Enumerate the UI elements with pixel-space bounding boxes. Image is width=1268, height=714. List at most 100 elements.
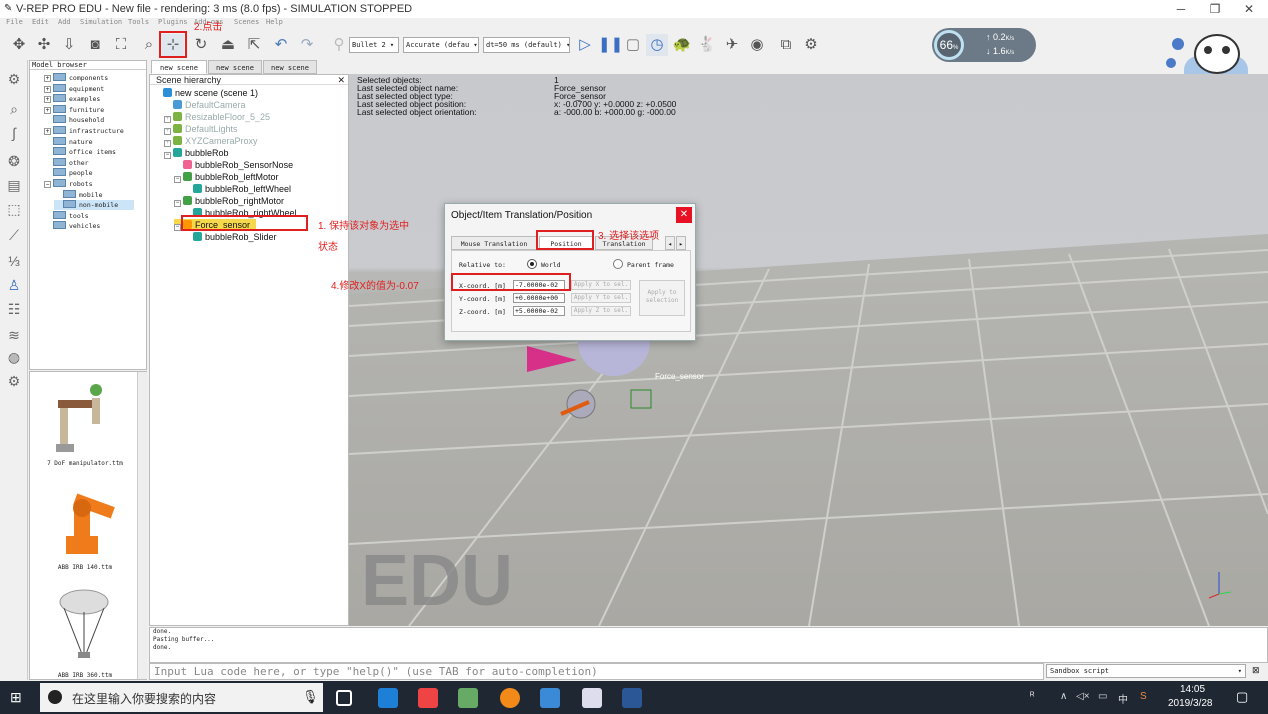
clear-console-icon[interactable]: ⊠ — [1252, 665, 1260, 676]
physics-engine-select[interactable]: Bullet 2 ▾ — [349, 37, 399, 53]
menu-simulation[interactable]: Simulation — [80, 18, 122, 26]
assemble-icon[interactable]: ⏏ — [217, 34, 239, 56]
apply-x-button[interactable]: Apply X to sel. — [571, 280, 631, 290]
chevron-up-icon[interactable]: ∧ — [1060, 691, 1067, 702]
thumbnail-manipulator[interactable] — [48, 378, 120, 460]
expand-toggle-icon[interactable]: + — [164, 116, 171, 123]
parent-frame-radio[interactable] — [613, 259, 623, 269]
timestep-select[interactable]: dt=50 ms (default) ▾ — [483, 37, 570, 53]
expand-toggle-icon[interactable]: + — [44, 75, 51, 82]
expand-toggle-icon[interactable]: − — [174, 200, 181, 207]
network-icon[interactable]: ▭ — [1098, 691, 1107, 702]
slower-icon[interactable]: 🐢 — [671, 34, 693, 56]
hierarchy-item[interactable]: − bubbleRob_leftMotor — [174, 171, 279, 183]
pause-icon[interactable]: ❚❚ — [598, 34, 623, 56]
path-icon[interactable]: ⟋ — [5, 226, 23, 244]
firefox-icon[interactable] — [500, 688, 520, 708]
function-icon[interactable]: ∫ — [5, 124, 23, 142]
play-icon[interactable]: ▷ — [574, 34, 596, 56]
menu-plugins[interactable]: Plugins — [158, 18, 188, 26]
camera-angle-icon[interactable]: ◙ — [84, 34, 106, 56]
taskbar-search[interactable]: 在这里输入你要搜索的内容 🎙 — [40, 683, 323, 712]
windows-start-icon[interactable]: ⊞ — [10, 689, 22, 706]
robot-icon[interactable]: ♙ — [5, 276, 23, 294]
hierarchy-item[interactable]: new scene (scene 1) — [154, 87, 258, 99]
apply-y-button[interactable]: Apply Y to sel. — [571, 293, 631, 303]
globe-icon[interactable]: ◍ — [5, 348, 23, 366]
hierarchy-item[interactable]: DefaultCamera — [164, 99, 246, 111]
notification-icon[interactable]: ▢ — [1236, 689, 1248, 705]
scene-tab-2[interactable]: new scene — [208, 60, 262, 74]
move-icon[interactable]: ⬚ — [5, 200, 23, 218]
scene-objects-icon[interactable]: ⧉ — [775, 34, 797, 56]
y-coord-input[interactable]: +0.0000e+00 — [513, 293, 565, 303]
model-folder-item[interactable]: − robots — [44, 179, 92, 189]
camera-pan-icon[interactable]: ✥ — [8, 34, 30, 56]
expand-toggle-icon[interactable]: + — [44, 96, 51, 104]
hierarchy-item[interactable]: + XYZCameraProxy — [164, 135, 258, 147]
search-icon[interactable]: ⌕ — [5, 100, 23, 118]
redo-icon[interactable]: ↷ — [296, 34, 318, 56]
z-coord-input[interactable]: +5.0000e-02 — [513, 306, 565, 316]
thumbnail-abb360[interactable] — [44, 584, 124, 668]
volume-icon[interactable]: ◁× — [1076, 691, 1090, 702]
expand-toggle-icon[interactable]: + — [44, 106, 51, 114]
script-selector[interactable]: Sandbox script ▾ — [1046, 664, 1246, 678]
clock-time[interactable]: 14:05 — [1180, 684, 1205, 695]
undo-icon[interactable]: ↶ — [270, 34, 292, 56]
tab-mouse-translation[interactable]: Mouse Translation — [451, 236, 537, 250]
settings-gear-icon[interactable]: ⚙ — [5, 70, 23, 88]
hierarchy-item[interactable]: bubbleRob_leftWheel — [184, 183, 291, 195]
model-folder-item[interactable]: + equipment — [44, 83, 104, 94]
document-icon[interactable]: ▤ — [5, 176, 23, 194]
tab-scroll-right[interactable]: ▸ — [676, 236, 686, 250]
hierarchy-item[interactable]: + ResizableFloor_5_25 — [164, 111, 270, 123]
clock-date[interactable]: 2019/3/28 — [1168, 698, 1213, 709]
expand-toggle-icon[interactable]: − — [44, 181, 51, 188]
chat-app-icon[interactable] — [540, 688, 560, 708]
hierarchy-item[interactable]: bubbleRob_Slider — [184, 231, 277, 243]
menu-file[interactable]: File — [6, 18, 23, 26]
model-folder-item[interactable]: nature — [44, 136, 92, 147]
object-rotate-icon[interactable]: ↻ — [190, 34, 212, 56]
model-folder-item[interactable]: tools — [44, 210, 89, 221]
expand-toggle-icon[interactable]: + — [164, 128, 171, 135]
thumbnail-abb140[interactable] — [44, 478, 124, 560]
expand-toggle-icon[interactable]: − — [174, 224, 181, 231]
settings-icon[interactable]: ⚙ — [800, 34, 822, 56]
apply-to-selection-button[interactable]: Apply to selection — [639, 280, 685, 316]
expand-toggle-icon[interactable]: + — [164, 140, 171, 147]
transfer-dna-icon[interactable]: ⇱ — [243, 34, 265, 56]
model-folder-item[interactable]: mobile — [54, 189, 102, 200]
lua-command-input[interactable]: Input Lua code here, or type "help()" (u… — [149, 663, 1044, 680]
model-folder-item[interactable]: office items — [44, 147, 116, 157]
accuracy-select[interactable]: Accurate (defau ▾ — [403, 37, 479, 53]
list-icon[interactable]: ☷ — [5, 300, 23, 318]
model-folder-item[interactable]: + examples — [44, 94, 100, 104]
menu-scenes[interactable]: Scenes — [234, 18, 259, 26]
expand-toggle-icon[interactable]: − — [164, 152, 171, 159]
hierarchy-item[interactable]: + DefaultLights — [164, 123, 238, 135]
faster-icon[interactable]: 🐇 — [696, 34, 718, 56]
gears-icon[interactable]: ⚙ — [5, 372, 23, 390]
microphone-icon[interactable]: 🎙 — [302, 689, 319, 705]
edge-browser-icon[interactable] — [378, 688, 398, 708]
word-app-icon[interactable] — [622, 688, 642, 708]
tab-scroll-left[interactable]: ◂ — [665, 236, 675, 250]
scene-tab-1[interactable]: new scene — [151, 60, 207, 74]
dialog-close-button[interactable]: ✕ — [676, 207, 692, 223]
model-folder-item[interactable]: + components — [44, 73, 108, 83]
menu-edit[interactable]: Edit — [32, 18, 49, 26]
model-folder-item[interactable]: + infrastructure — [44, 126, 124, 136]
calculation-icon[interactable]: ⅓ — [5, 252, 23, 270]
thread-icon[interactable]: ✈ — [721, 34, 743, 56]
sogou-icon[interactable]: S — [1140, 691, 1147, 702]
apply-z-button[interactable]: Apply Z to sel. — [571, 306, 631, 316]
fit-to-view-icon[interactable]: ⛶ — [110, 34, 132, 56]
scene-viewport[interactable]: Force_sensor EDU Selected objects: Last … — [349, 74, 1268, 626]
stack-icon[interactable]: ≋ — [5, 326, 23, 344]
expand-toggle-icon[interactable]: + — [44, 128, 51, 135]
expand-toggle-icon[interactable]: + — [44, 85, 51, 93]
hierarchy-item[interactable]: bubbleRob_SensorNose — [174, 159, 293, 171]
close-hierarchy-icon[interactable]: ✕ — [337, 75, 345, 86]
